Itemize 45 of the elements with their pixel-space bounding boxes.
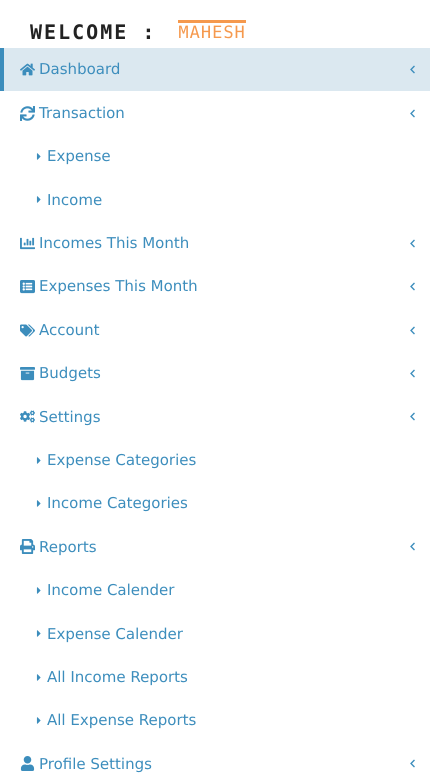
menu-item[interactable]: Transaction [0, 91, 430, 135]
chevron-left-icon [409, 542, 416, 552]
caret-right-icon [36, 715, 42, 726]
submenu-item[interactable]: Income Categories [0, 482, 430, 526]
welcome-label: WELCOME : [30, 22, 156, 42]
gears-icon [20, 409, 35, 424]
chevron-left-icon [409, 759, 416, 768]
caret-right-icon [36, 672, 42, 683]
chevron-left-icon [409, 412, 416, 422]
submenu-item[interactable]: All Income Reports [0, 655, 430, 699]
menu-item[interactable]: Reports [0, 525, 430, 569]
printer-icon [20, 539, 35, 554]
caret-right-icon [36, 194, 42, 206]
caret-right-icon [36, 454, 42, 466]
tags-icon [20, 322, 35, 338]
chevron-left-icon [409, 238, 416, 248]
user-name: MAHESH [178, 20, 246, 42]
submenu-item[interactable]: Income [0, 178, 430, 222]
bar-chart-icon [20, 236, 35, 251]
chevron-left-icon [409, 326, 416, 335]
chevron-left-icon [409, 108, 416, 118]
menu-item[interactable]: Account [0, 308, 430, 352]
list-icon [20, 279, 35, 294]
submenu-item[interactable]: Expense [0, 134, 430, 178]
menu-item[interactable]: Settings [0, 395, 430, 439]
submenu-item[interactable]: Income Calender [0, 568, 430, 612]
menu-item[interactable]: Profile Settings [0, 742, 430, 784]
chevron-left-icon [409, 282, 416, 292]
submenu-item[interactable]: Expense Categories [0, 438, 430, 482]
chevron-left-icon [409, 368, 416, 378]
caret-right-icon [36, 584, 42, 596]
caret-right-icon [36, 498, 42, 510]
refresh-icon [20, 106, 35, 121]
submenu-item[interactable]: All Expense Reports [0, 698, 430, 742]
caret-right-icon [36, 150, 42, 162]
user-icon [20, 756, 35, 772]
caret-right-icon [36, 628, 42, 640]
menu-item[interactable]: Expenses This Month [0, 264, 430, 308]
home-icon [20, 62, 35, 78]
chevron-left-icon [409, 65, 416, 74]
menu-item[interactable]: Budgets [0, 352, 430, 396]
archive-box-icon [20, 366, 35, 381]
menu-item[interactable]: Incomes This Month [0, 222, 430, 265]
submenu-item[interactable]: Expense Calender [0, 612, 430, 656]
menu-item[interactable]: Dashboard [0, 48, 430, 92]
